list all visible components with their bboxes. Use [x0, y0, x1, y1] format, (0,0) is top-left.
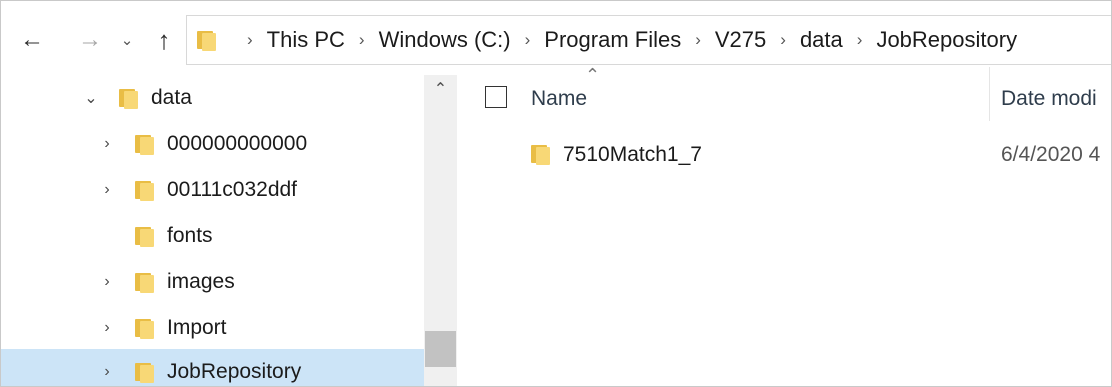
- breadcrumb-item[interactable]: › JobRepository: [843, 27, 1017, 53]
- file-name: 7510Match1_7: [563, 143, 702, 166]
- chevron-right-icon: ›: [524, 30, 531, 49]
- chevron-right-icon: ›: [358, 30, 365, 49]
- column-header-date-modified[interactable]: Date modi: [1001, 87, 1097, 111]
- chevron-right-icon[interactable]: ›: [97, 319, 117, 337]
- back-arrow-icon[interactable]: ←: [17, 23, 47, 57]
- navigation-scrollbar[interactable]: ⌃: [424, 75, 457, 386]
- tree-item-jobrepository[interactable]: › JobRepository: [1, 349, 424, 386]
- breadcrumb-item[interactable]: › This PC: [233, 27, 345, 53]
- folder-icon: [531, 143, 551, 165]
- chevron-right-icon: ›: [247, 30, 253, 49]
- folder-icon: [119, 87, 139, 109]
- up-arrow-icon[interactable]: ↑: [149, 23, 179, 57]
- chevron-down-icon[interactable]: ⌄: [117, 23, 137, 57]
- tree-item-images[interactable]: › images: [1, 259, 424, 305]
- tree-item-data[interactable]: ⌄ data: [1, 75, 424, 121]
- tree-item-fonts[interactable]: fonts: [1, 213, 424, 259]
- navigation-bar: ← → ⌄ ↑ › This PC › Windows (C:) › Program …: [1, 1, 1111, 75]
- folder-icon: [135, 317, 155, 339]
- forward-arrow-icon[interactable]: →: [75, 23, 105, 57]
- folder-icon: [135, 133, 155, 155]
- file-list: ⌃ Name Date modi 7510Match1_7 6/4/2020 4: [457, 65, 1111, 386]
- file-explorer-window: ← → ⌄ ↑ › This PC › Windows (C:) › Program …: [0, 0, 1112, 387]
- select-all-checkbox[interactable]: [485, 86, 507, 108]
- breadcrumb-item[interactable]: › Program Files: [511, 27, 682, 53]
- folder-icon: [135, 361, 155, 383]
- folder-icon: [135, 225, 155, 247]
- tree-item-000000000000[interactable]: › 000000000000: [1, 121, 424, 167]
- column-divider[interactable]: [989, 67, 990, 121]
- breadcrumb-item[interactable]: › data: [766, 27, 843, 53]
- chevron-right-icon[interactable]: ›: [97, 135, 117, 153]
- chevron-right-icon: ›: [856, 30, 863, 49]
- tree-item-import[interactable]: › Import: [1, 305, 424, 351]
- chevron-right-icon[interactable]: ›: [97, 273, 117, 291]
- tree-item-00111c032ddf[interactable]: › 00111c032ddf: [1, 167, 424, 213]
- folder-icon: [135, 271, 155, 293]
- file-date-modified: 6/4/2020 4: [1001, 143, 1101, 166]
- breadcrumb-item[interactable]: › V275: [681, 27, 766, 53]
- file-row[interactable]: 7510Match1_7 6/4/2020 4: [457, 135, 1111, 175]
- column-header-name[interactable]: Name: [531, 87, 587, 111]
- chevron-right-icon: ›: [695, 30, 701, 49]
- navigation-pane: ⌄ data › 000000000000 › 00111c032ddf fon…: [1, 75, 424, 386]
- folder-icon: [197, 29, 217, 51]
- sort-ascending-icon: ⌃: [585, 65, 601, 85]
- scroll-up-icon[interactable]: ⌃: [424, 75, 457, 105]
- chevron-down-icon[interactable]: ⌄: [81, 88, 101, 108]
- chevron-right-icon[interactable]: ›: [97, 363, 117, 381]
- address-bar[interactable]: › This PC › Windows (C:) › Program Files › V…: [186, 15, 1111, 65]
- column-header-row: ⌃ Name Date modi: [457, 65, 1111, 121]
- folder-icon: [135, 179, 155, 201]
- breadcrumb-item[interactable]: › Windows (C:): [345, 27, 511, 53]
- chevron-right-icon: ›: [780, 30, 786, 49]
- scrollbar-thumb[interactable]: [425, 331, 456, 367]
- chevron-right-icon[interactable]: ›: [97, 181, 117, 199]
